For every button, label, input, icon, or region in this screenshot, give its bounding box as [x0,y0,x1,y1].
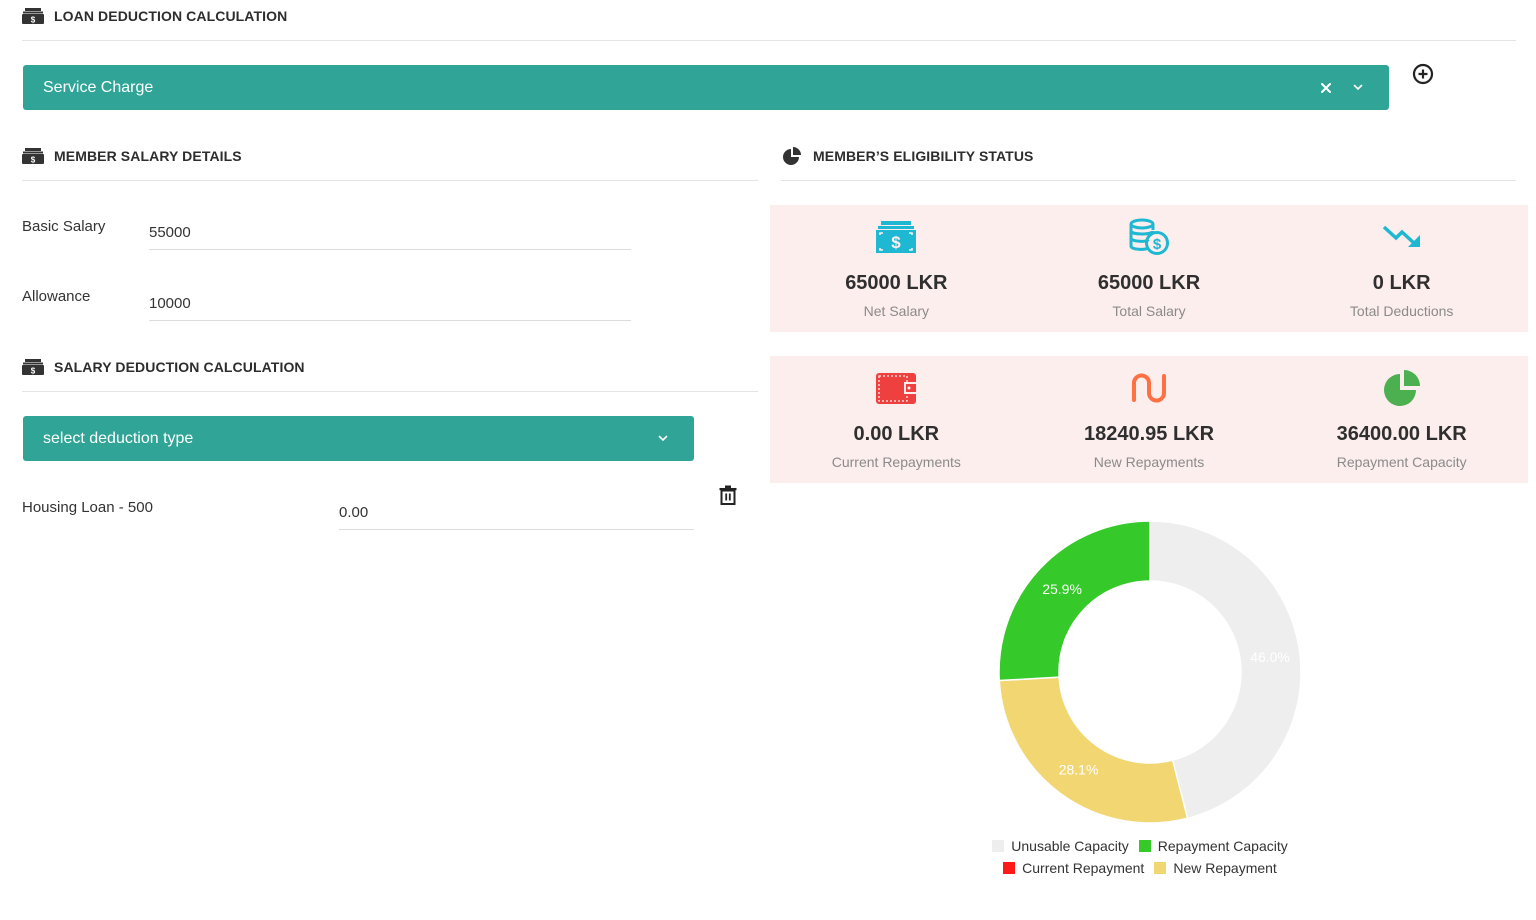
wallet-icon [875,368,917,408]
net-salary-caption: Net Salary [863,303,930,319]
divider [22,391,758,392]
loan-type-select[interactable]: Service Charge [23,65,1389,110]
legend-item-current-repayment[interactable]: Current Repayment [1003,860,1144,876]
loan-section-header: $ LOAN DEDUCTION CALCULATION [22,2,287,30]
new-repayments-value: 18240.95 LKR [1083,423,1215,445]
svg-text:$: $ [31,156,36,165]
trash-icon [719,485,737,510]
chevron-down-icon[interactable] [652,428,674,450]
legend-swatch [1003,862,1016,874]
allowance-label: Allowance [22,288,91,305]
svg-text:$: $ [31,16,36,25]
wave-icon [1129,368,1169,408]
donut-slice-repayment-capacity[interactable] [998,520,1151,682]
money-stack-icon: $ [22,358,44,376]
divider [22,180,758,181]
chart-legend: Unusable Capacity Repayment Capacity Cur… [940,838,1340,882]
donut-label-unusable-capacity: 46.0% [1250,649,1290,665]
money-stack-icon: $ [22,147,44,165]
donut-label-repayment-capacity: 25.9% [1042,581,1082,597]
repayment-capacity-caption: Repayment Capacity [1336,454,1467,470]
deduction-type-select[interactable]: select deduction type [23,416,694,461]
money-stack-icon: $ [22,7,44,25]
donut-label-new-repayment: 28.1% [1059,762,1099,778]
net-salary-value: 65000 LKR [845,272,948,294]
deduction-type-placeholder: select deduction type [43,429,194,447]
repayment-capacity-stat: 36400.00 LKR Repayment Capacity [1275,356,1528,483]
repayment-stats-panel: 0.00 LKR Current Repayments 18240.95 LKR… [770,356,1528,483]
total-salary-value: 65000 LKR [1097,272,1201,294]
svg-text:$: $ [1153,236,1162,253]
new-repayments-stat: 18240.95 LKR New Repayments [1023,356,1276,483]
delete-deduction-button[interactable] [715,484,741,510]
trend-down-icon [1381,217,1423,257]
total-salary-caption: Total Salary [1112,303,1186,319]
legend-item-new-repayment[interactable]: New Repayment [1154,860,1277,876]
add-loan-button[interactable] [1410,63,1436,89]
donut-slice-new-repayment[interactable] [998,676,1189,824]
deduction-amount-input[interactable] [339,496,694,530]
salary-section-header: $ MEMBER SALARY DETAILS [22,142,242,170]
section-title: MEMBER’S ELIGIBILITY STATUS [813,148,1034,164]
legend-swatch [992,840,1005,852]
current-repayments-caption: Current Repayments [831,454,961,470]
legend-label: New Repayment [1173,860,1277,876]
svg-text:$: $ [892,233,902,252]
new-repayments-caption: New Repayments [1093,454,1205,470]
cash-icon: $ [875,217,917,257]
legend-row: Current Repayment New Repayment [940,860,1340,876]
repayment-capacity-value: 36400.00 LKR [1336,423,1467,445]
pie-chart-icon [1382,368,1422,408]
eligibility-donut-chart: 46.0% 28.1% 25.9% [998,520,1302,824]
section-title: LOAN DEDUCTION CALCULATION [54,8,288,24]
legend-item-repayment-capacity[interactable]: Repayment Capacity [1138,838,1288,854]
basic-salary-input[interactable] [149,216,631,250]
section-title: SALARY DEDUCTION CALCULATION [54,359,305,375]
legend-row: Unusable Capacity Repayment Capacity [940,838,1340,854]
total-deductions-stat: 0 LKR Total Deductions [1275,205,1528,332]
deduction-section-header: $ SALARY DEDUCTION CALCULATION [22,353,305,381]
current-repayments-stat: 0.00 LKR Current Repayments [770,356,1023,483]
basic-salary-label: Basic Salary [22,218,106,235]
eligibility-section-header: MEMBER’S ELIGIBILITY STATUS [781,142,1034,170]
deduction-label: Housing Loan - 500 [22,499,153,516]
legend-label: Current Repayment [1022,860,1145,876]
total-deductions-caption: Total Deductions [1349,303,1454,319]
divider [22,40,1516,41]
allowance-input[interactable] [149,286,631,321]
coins-dollar-icon: $ [1128,217,1170,257]
current-repayments-value: 0.00 LKR [853,423,940,445]
total-salary-stat: $ 65000 LKR Total Salary [1023,205,1276,332]
chevron-down-icon[interactable] [1347,77,1369,99]
salary-stats-panel: $ 65000 LKR Net Salary $ 65000 LKR Total… [770,205,1528,332]
legend-swatch [1154,862,1167,874]
divider [781,180,1516,181]
pie-chart-icon [781,147,803,165]
loan-type-selected-value: Service Charge [43,78,154,96]
legend-label: Unusable Capacity [1011,838,1129,854]
legend-swatch [1138,840,1151,852]
legend-label: Repayment Capacity [1157,838,1288,854]
close-icon[interactable] [1315,77,1337,99]
svg-text:$: $ [31,367,36,376]
plus-circle-icon [1412,63,1434,90]
net-salary-stat: $ 65000 LKR Net Salary [770,205,1023,332]
legend-item-unusable-capacity[interactable]: Unusable Capacity [992,838,1129,854]
total-deductions-value: 0 LKR [1372,272,1431,294]
section-title: MEMBER SALARY DETAILS [54,148,242,164]
